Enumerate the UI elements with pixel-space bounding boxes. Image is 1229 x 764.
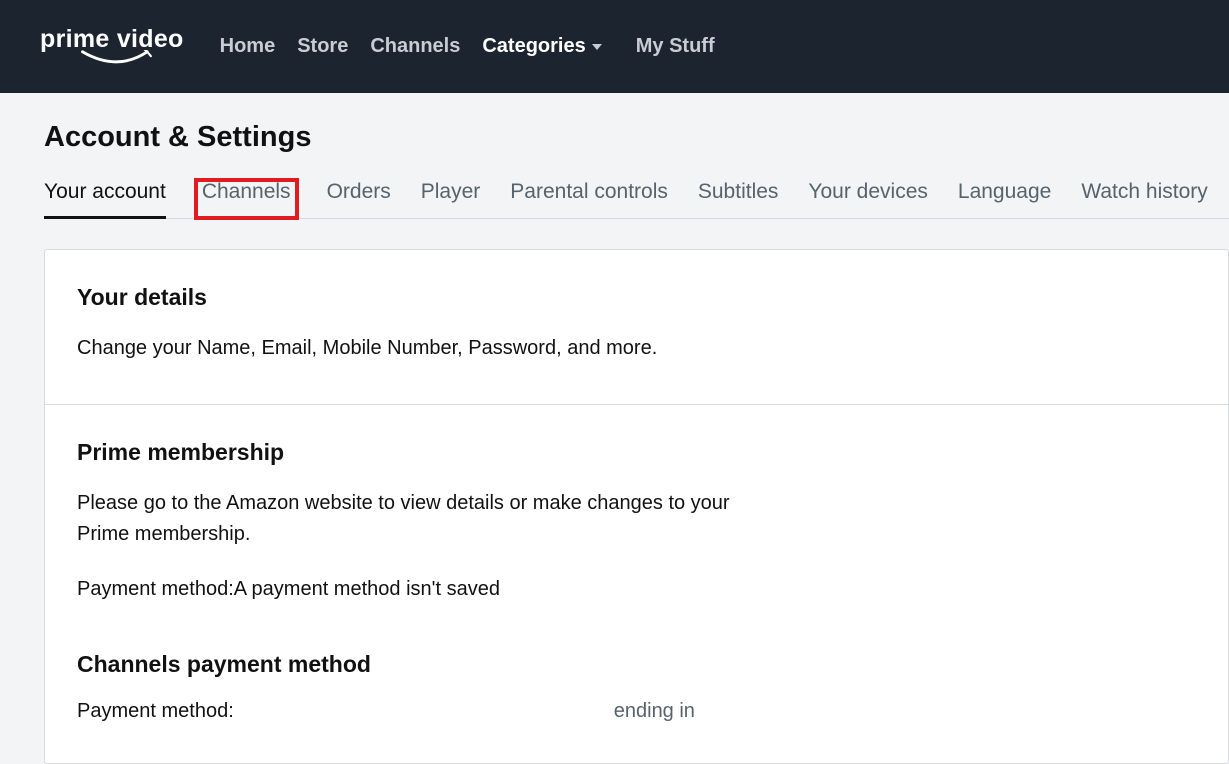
prime-membership-section: Prime membership Please go to the Amazon… <box>45 405 1228 763</box>
your-details-heading: Your details <box>77 284 1196 311</box>
nav-categories-label: Categories <box>482 35 585 58</box>
prime-payment-line: Payment method:A payment method isn't sa… <box>77 574 1196 605</box>
tab-channels[interactable]: Channels <box>196 180 297 218</box>
nav-channels[interactable]: Channels <box>370 35 460 58</box>
prime-heading: Prime membership <box>77 439 1196 466</box>
tab-your-account[interactable]: Your account <box>44 180 166 219</box>
chevron-down-icon <box>592 44 602 50</box>
tab-orders[interactable]: Orders <box>327 180 391 218</box>
nav-categories[interactable]: Categories <box>482 35 601 58</box>
page-title: Account & Settings <box>44 121 1229 154</box>
page-body: Account & Settings Your account Channels… <box>0 93 1229 764</box>
channels-payment-value: ending in <box>614 700 695 723</box>
nav-my-stuff[interactable]: My Stuff <box>636 35 715 58</box>
settings-tabs: Your account Channels Orders Player Pare… <box>44 180 1229 219</box>
tab-player[interactable]: Player <box>421 180 481 218</box>
nav-home[interactable]: Home <box>220 35 276 58</box>
your-details-section: Your details Change your Name, Email, Mo… <box>45 250 1228 405</box>
tab-subtitles[interactable]: Subtitles <box>698 180 779 218</box>
nav-store[interactable]: Store <box>297 35 348 58</box>
prime-desc: Please go to the Amazon website to view … <box>77 488 737 550</box>
tab-your-devices[interactable]: Your devices <box>808 180 927 218</box>
nav-links: Home Store Channels Categories My Stuff <box>220 35 715 58</box>
settings-card: Your details Change your Name, Email, Mo… <box>44 249 1229 764</box>
channels-payment-heading: Channels payment method <box>77 651 1196 678</box>
tab-parental-controls[interactable]: Parental controls <box>510 180 668 218</box>
tab-language[interactable]: Language <box>958 180 1051 218</box>
your-details-desc: Change your Name, Email, Mobile Number, … <box>77 333 737 364</box>
prime-video-logo[interactable]: prime video <box>40 25 184 68</box>
smile-icon <box>81 50 153 68</box>
top-nav: prime video Home Store Channels Categori… <box>0 0 1229 93</box>
channels-payment-label: Payment method: <box>77 700 234 723</box>
tab-watch-history[interactable]: Watch history <box>1081 180 1207 218</box>
channels-payment-row: Payment method: ending in <box>77 700 1196 723</box>
